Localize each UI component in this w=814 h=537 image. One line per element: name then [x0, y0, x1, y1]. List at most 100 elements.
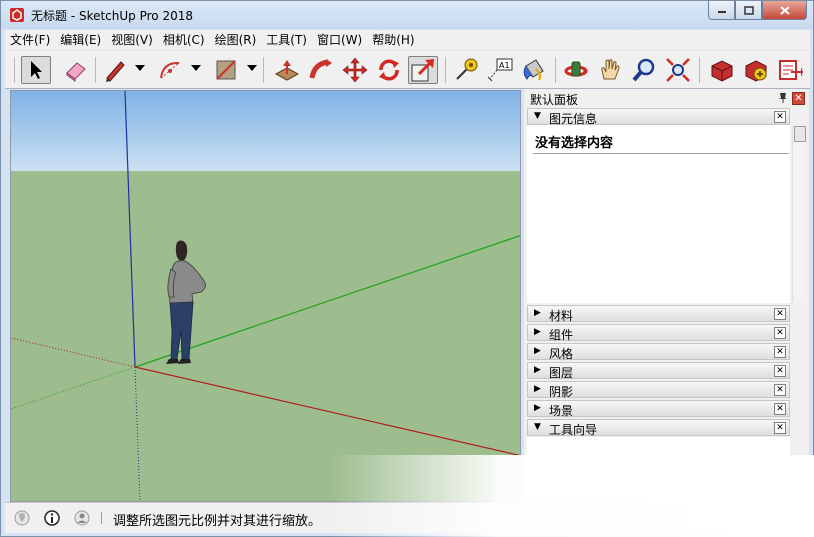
info-icon[interactable] — [43, 509, 61, 527]
close-button[interactable] — [762, 1, 807, 20]
maximize-button[interactable] — [735, 1, 762, 20]
tape-measure-icon — [456, 58, 478, 80]
menu-view[interactable]: 视图(V) — [106, 30, 158, 50]
large-tool-set-toolbar: A1 — [5, 50, 810, 89]
status-separator — [101, 512, 102, 524]
collapsed-triangle-icon: ▶ — [534, 365, 541, 375]
shape-tool-dropdown[interactable] — [247, 65, 257, 71]
select-tool-button[interactable] — [21, 56, 51, 84]
user-icon[interactable] — [73, 509, 91, 527]
extension-warehouse-icon — [745, 60, 767, 82]
menu-file[interactable]: 文件(F) — [5, 30, 55, 50]
panel-components-header[interactable]: ▶ 组件 ✕ — [527, 324, 790, 342]
menu-edit[interactable]: 编辑(E) — [55, 30, 106, 50]
collapsed-triangle-icon: ▶ — [534, 384, 541, 394]
arc-tool-dropdown[interactable] — [191, 65, 201, 71]
tray-close-button[interactable]: ✕ — [792, 92, 805, 105]
magnifier-icon — [632, 58, 655, 82]
panel-close-icon[interactable]: ✕ — [774, 384, 786, 396]
sky — [11, 91, 520, 171]
menu-window[interactable]: 窗口(W) — [312, 30, 367, 50]
panel-close-icon[interactable]: ✕ — [774, 365, 786, 377]
hand-icon — [601, 59, 620, 80]
menu-draw[interactable]: 绘图(R) — [210, 30, 262, 50]
line-tool-dropdown[interactable] — [135, 65, 145, 71]
panel-close-icon[interactable]: ✕ — [774, 422, 786, 434]
panel-scenes-header[interactable]: ▶ 场景 ✕ — [527, 400, 790, 418]
rotate-icon — [379, 59, 399, 81]
toolbar-separator — [263, 57, 264, 83]
rotate-tool-button[interactable] — [374, 56, 404, 84]
panel-instructor-header[interactable]: ▼ 工具向导 ✕ — [527, 419, 790, 437]
panel-close-icon[interactable]: ✕ — [774, 403, 786, 415]
pin-icon[interactable] — [777, 92, 789, 104]
menu-tools[interactable]: 工具(T) — [261, 30, 312, 50]
panel-materials-header[interactable]: ▶ 材料 ✕ — [527, 305, 790, 323]
paint-bucket-icon — [523, 59, 544, 81]
paint-bucket-tool-button[interactable] — [519, 56, 549, 84]
expanded-triangle-icon: ▼ — [534, 422, 541, 432]
status-message: 调整所选图元比例并对其进行缩放。 — [113, 514, 322, 529]
panel-close-icon[interactable]: ✕ — [774, 111, 786, 123]
svg-text:A1: A1 — [499, 61, 510, 70]
shape-tool-button[interactable] — [211, 56, 241, 84]
default-tray: 默认面板 ✕ ▼ 图元信息 ✕ 没有选择内容 ▶ 材料 ✕ ▶ 组件 ✕ ▶ 风… — [524, 89, 809, 502]
arc-icon — [160, 61, 180, 79]
zoom-extents-icon — [666, 58, 690, 82]
push-pull-tool-button[interactable] — [272, 56, 302, 84]
move-icon — [342, 57, 368, 83]
panel-close-icon[interactable]: ✕ — [774, 346, 786, 358]
panel-styles-header[interactable]: ▶ 风格 ✕ — [527, 343, 790, 361]
pan-tool-button[interactable] — [595, 56, 625, 84]
entity-info-content: 没有选择内容 — [535, 136, 614, 151]
geo-location-icon[interactable] — [13, 509, 31, 527]
maximize-icon — [743, 5, 754, 15]
panel-close-icon[interactable]: ✕ — [774, 308, 786, 320]
toolbar-separator — [555, 57, 556, 83]
panel-shadows-header[interactable]: ▶ 阴影 ✕ — [527, 381, 790, 399]
ground — [11, 171, 520, 501]
tray-scrollbar[interactable] — [792, 125, 806, 302]
sketchup-logo-icon — [10, 8, 24, 22]
tape-measure-tool-button[interactable] — [451, 56, 481, 84]
menu-bar: 文件(F) 编辑(E) 视图(V) 相机(C) 绘图(R) 工具(T) 窗口(W… — [5, 30, 810, 50]
toolbar-grip[interactable] — [14, 57, 15, 83]
zoom-extents-tool-button[interactable] — [663, 56, 693, 84]
orbit-icon — [564, 61, 588, 77]
line-tool-button[interactable] — [100, 56, 130, 84]
zoom-tool-button[interactable] — [629, 56, 659, 84]
panel-layers-header[interactable]: ▶ 图层 ✕ — [527, 362, 790, 380]
move-tool-button[interactable] — [340, 56, 370, 84]
scale-tool-button[interactable] — [408, 56, 438, 84]
text-tool-button[interactable]: A1 — [485, 56, 515, 84]
eraser-tool-button[interactable] — [61, 56, 91, 84]
window-title: 无标题 - SketchUp Pro 2018 — [31, 9, 193, 23]
follow-me-tool-button[interactable] — [306, 56, 336, 84]
panel-label: 风格 — [549, 347, 574, 361]
toolbar-separator — [95, 57, 96, 83]
entity-info-body: 没有选择内容 — [527, 125, 790, 303]
menu-help[interactable]: 帮助(H) — [367, 30, 419, 50]
toolbar-separator — [699, 57, 700, 83]
orbit-tool-button[interactable] — [561, 56, 591, 84]
title-bar: 无标题 - SketchUp Pro 2018 — [1, 1, 813, 29]
scene-canvas[interactable] — [11, 91, 521, 502]
extension-warehouse-tool-button[interactable] — [741, 56, 771, 84]
scrollbar-thumb[interactable] — [794, 126, 806, 142]
push-pull-icon — [274, 60, 300, 81]
panel-close-icon[interactable]: ✕ — [774, 327, 786, 339]
panel-label: 图层 — [549, 366, 574, 380]
pencil-icon — [106, 61, 125, 82]
panel-label: 工具向导 — [549, 423, 598, 437]
layout-tool-button[interactable] — [775, 56, 805, 84]
menu-camera[interactable]: 相机(C) — [158, 30, 210, 50]
panel-entity-info-header[interactable]: ▼ 图元信息 ✕ — [527, 108, 790, 126]
arc-tool-button[interactable] — [155, 56, 185, 84]
close-icon — [779, 5, 790, 15]
send-to-layout-icon — [779, 60, 803, 80]
panel-label: 材料 — [549, 309, 574, 323]
warehouse-tool-button[interactable] — [707, 56, 737, 84]
minimize-button[interactable] — [708, 1, 735, 20]
collapsed-triangle-icon: ▶ — [534, 403, 541, 413]
modeling-viewport[interactable] — [10, 90, 521, 502]
